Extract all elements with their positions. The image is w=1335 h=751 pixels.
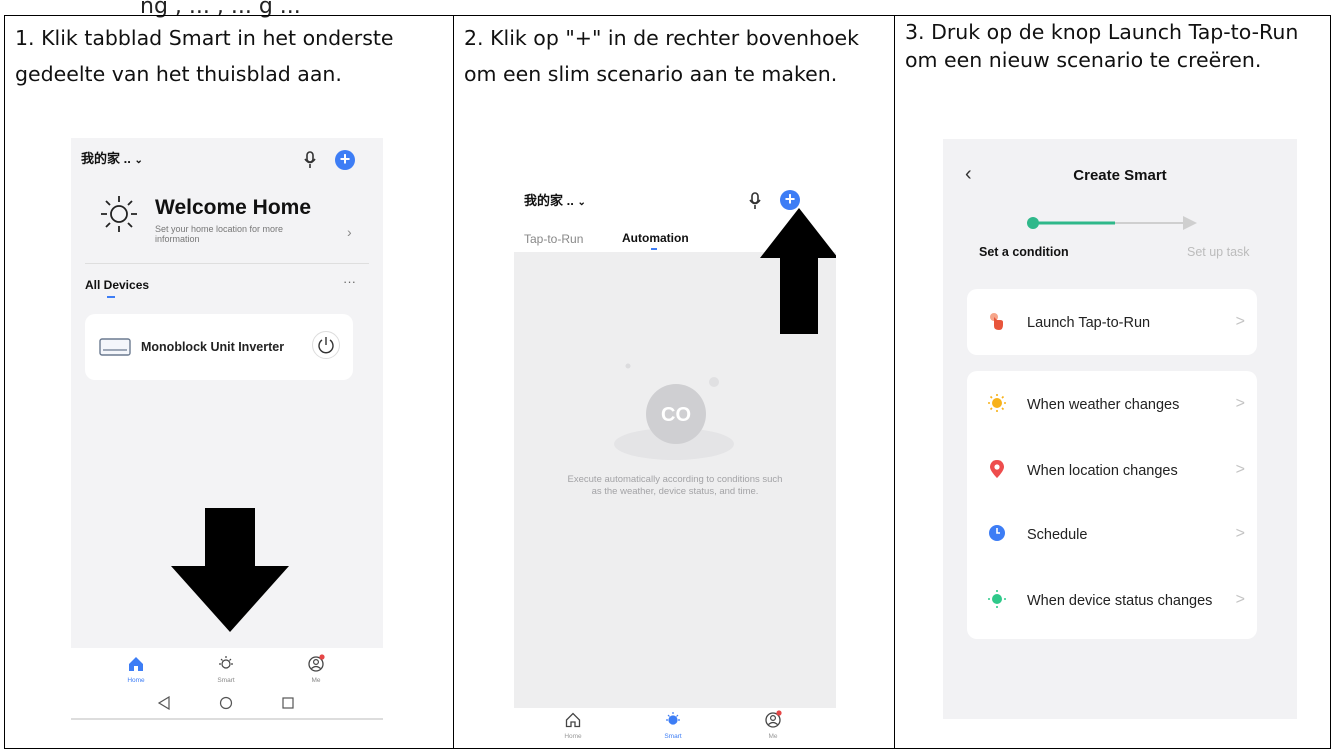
tab-indicator xyxy=(651,248,657,250)
home-icon xyxy=(565,712,581,728)
me-icon xyxy=(308,654,325,672)
automation-empty-icon: CO xyxy=(614,363,734,460)
home-selector[interactable]: 我的家 .. ⌄ xyxy=(81,148,143,167)
home-selector[interactable]: 我的家 .. ⌄ xyxy=(524,190,586,209)
launch-tap-to-run-row[interactable]: Launch Tap-to-Run > xyxy=(967,293,1257,353)
chevron-down-icon: ⌄ xyxy=(134,155,143,166)
option-location[interactable]: When location changes > xyxy=(967,441,1257,501)
option-schedule[interactable]: Schedule > xyxy=(967,505,1257,565)
plus-icon[interactable]: + xyxy=(335,150,355,170)
tab-tap-to-run[interactable]: Tap-to-Run xyxy=(524,232,583,246)
air-conditioner-icon xyxy=(99,338,131,356)
chevron-right-icon: > xyxy=(1235,461,1245,478)
step-2-cell: 2. Klik op "+" in de rechter bovenhoek o… xyxy=(453,15,895,749)
phone-screen-smart: 我的家 .. ⌄ + Tap-to-Run Automation CO Exec… xyxy=(514,152,836,748)
smart-icon xyxy=(219,656,233,669)
option-device-status-label: When device status changes xyxy=(1027,593,1213,609)
step-set-condition: Set a condition xyxy=(979,245,1069,259)
nav-home[interactable]: Home xyxy=(558,712,588,740)
all-devices-tab[interactable]: All Devices xyxy=(85,278,149,292)
option-device-status[interactable]: When device status changes > xyxy=(967,571,1257,631)
bottom-nav: Home Smart Me xyxy=(71,648,383,720)
phone-screen-create-smart: ‹ Create Smart Set a condition Set up ta… xyxy=(943,139,1297,719)
chevron-right-icon: > xyxy=(1235,313,1245,330)
option-location-label: When location changes xyxy=(1027,463,1178,479)
step-1-caption: 1. Klik tabblad Smart in het onderste ge… xyxy=(15,26,394,86)
welcome-title: Welcome Home xyxy=(155,196,311,219)
nav-smart[interactable]: Smart xyxy=(658,710,688,740)
device-name: Monoblock Unit Inverter xyxy=(141,340,285,354)
launch-tap-to-run-label: Launch Tap-to-Run xyxy=(1027,315,1151,331)
step-3-cell: 3. Druk op de knop Launch Tap-to-Run om … xyxy=(894,15,1331,749)
step-2-caption: 2. Klik op "+" in de rechter bovenhoek o… xyxy=(464,26,860,86)
tab-automation[interactable]: Automation xyxy=(622,231,689,245)
option-weather-label: When weather changes xyxy=(1027,397,1180,413)
device-status-icon xyxy=(988,590,1006,608)
home-name: 我的家 .. xyxy=(524,193,574,208)
power-icon[interactable] xyxy=(311,330,341,360)
recents-icon[interactable] xyxy=(281,696,295,710)
option-weather[interactable]: When weather changes > xyxy=(967,375,1257,435)
location-pin-icon xyxy=(990,460,1004,478)
nav-me[interactable]: Me xyxy=(758,710,788,740)
me-icon xyxy=(765,710,782,728)
progress-indicator xyxy=(1027,216,1197,230)
clock-icon xyxy=(989,525,1005,541)
step-set-up-task: Set up task xyxy=(1187,245,1250,259)
svg-text:CO: CO xyxy=(661,404,691,426)
arrow-down-icon xyxy=(171,508,289,632)
arrow-up-icon xyxy=(760,208,836,334)
hand-tap-icon xyxy=(990,313,1003,330)
nav-me-label: Me xyxy=(768,733,778,740)
nav-me[interactable]: Me xyxy=(301,654,331,684)
nav-smart-label: Smart xyxy=(664,733,682,740)
tab-indicator xyxy=(107,296,115,298)
home-icon xyxy=(129,657,143,671)
launch-tap-to-run-card[interactable]: Launch Tap-to-Run > xyxy=(967,289,1257,355)
phone-screen-home: 我的家 .. ⌄ + Welcome Home Set your home lo… xyxy=(71,138,383,720)
microphone-icon[interactable] xyxy=(304,151,316,169)
condition-options-card: When weather changes > When location cha… xyxy=(967,371,1257,639)
sun-icon xyxy=(101,196,137,232)
page-title: Create Smart xyxy=(1073,167,1167,184)
plus-icon[interactable]: + xyxy=(780,190,800,210)
welcome-subtitle: Set your home location for more informat… xyxy=(155,224,284,244)
nav-home-label: Home xyxy=(564,733,582,740)
back-icon[interactable] xyxy=(157,696,171,710)
device-card[interactable]: Monoblock Unit Inverter xyxy=(85,314,353,380)
divider xyxy=(85,263,369,264)
nav-smart-label: Smart xyxy=(217,677,235,684)
chevron-right-icon[interactable]: › xyxy=(347,224,352,240)
option-schedule-label: Schedule xyxy=(1027,527,1088,543)
smart-icon xyxy=(666,712,680,725)
empty-state-text: Execute automatically according to condi… xyxy=(567,474,783,497)
circle-home-icon[interactable] xyxy=(219,696,233,710)
nav-me-label: Me xyxy=(311,677,321,684)
chevron-down-icon: ⌄ xyxy=(577,197,586,208)
home-name: 我的家 .. xyxy=(81,151,131,166)
nav-home-label: Home xyxy=(127,677,145,684)
nav-smart[interactable]: Smart xyxy=(211,654,241,684)
chevron-right-icon: > xyxy=(1235,525,1245,542)
nav-home[interactable]: Home xyxy=(121,656,151,684)
bottom-nav: Home Smart Me xyxy=(514,708,836,748)
chevron-right-icon: > xyxy=(1235,395,1245,412)
chevron-right-icon: > xyxy=(1235,591,1245,608)
screen-bottom-edge xyxy=(71,718,383,720)
step-1-cell: 1. Klik tabblad Smart in het onderste ge… xyxy=(4,15,454,749)
more-icon[interactable]: ··· xyxy=(343,274,356,289)
step-3-caption: 3. Druk op de knop Launch Tap-to-Run om … xyxy=(905,20,1299,72)
instruction-table: 1. Klik tabblad Smart in het onderste ge… xyxy=(4,15,1331,749)
weather-icon xyxy=(988,394,1006,412)
